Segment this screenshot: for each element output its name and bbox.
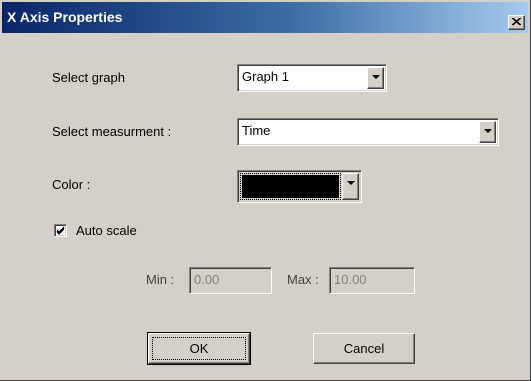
ok-button[interactable]: OK	[147, 332, 251, 365]
max-label: Max :	[287, 272, 319, 287]
checkmark-icon	[56, 226, 65, 235]
max-input[interactable]: 10.00	[329, 267, 415, 294]
close-icon	[512, 18, 521, 26]
select-measurement-value: Time	[242, 123, 271, 138]
min-label: Min :	[146, 272, 175, 287]
min-input[interactable]: 0.00	[189, 267, 272, 294]
cancel-button-label: Cancel	[343, 341, 385, 356]
color-swatch	[242, 175, 339, 198]
auto-scale-checkbox[interactable]	[54, 224, 67, 237]
min-value: 0.00	[194, 272, 220, 287]
color-label: Color :	[52, 177, 91, 192]
color-dropdown-button[interactable]	[342, 173, 359, 200]
chevron-down-icon	[372, 75, 380, 79]
max-value: 10.00	[334, 272, 367, 287]
dialog-title: X Axis Properties	[7, 9, 123, 25]
select-measurement-dropdown[interactable]: Time	[237, 118, 499, 146]
color-picker-dropdown[interactable]	[237, 170, 362, 203]
select-measurement-dropdown-button[interactable]	[479, 121, 496, 143]
chevron-down-icon	[347, 181, 355, 185]
dialog-window: X Axis Properties Select graph Graph 1 S…	[0, 0, 531, 381]
select-measurement-label: Select measurment :	[52, 124, 172, 139]
chevron-down-icon	[484, 129, 492, 133]
select-graph-label: Select graph	[52, 70, 125, 85]
auto-scale-label[interactable]: Auto scale	[76, 223, 137, 238]
ok-button-label: OK	[189, 341, 209, 356]
select-graph-dropdown-button[interactable]	[367, 67, 384, 89]
close-button[interactable]	[508, 15, 525, 30]
cancel-button[interactable]: Cancel	[313, 333, 415, 364]
select-graph-value: Graph 1	[242, 69, 289, 84]
title-bar[interactable]: X Axis Properties	[2, 2, 528, 33]
select-graph-dropdown[interactable]: Graph 1	[237, 64, 387, 92]
